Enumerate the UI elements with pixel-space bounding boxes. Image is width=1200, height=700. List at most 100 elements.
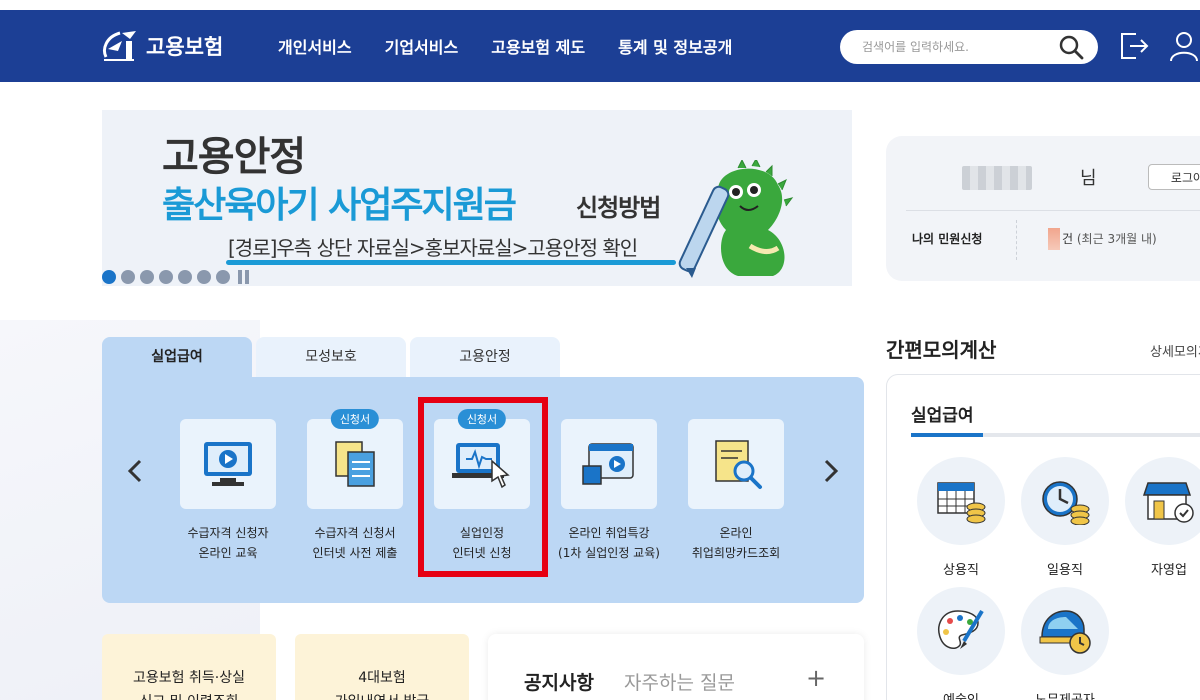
- notice-card: 공지사항 자주하는 질문 +: [488, 634, 864, 700]
- calc-circle: [917, 587, 1005, 675]
- search-icon[interactable]: [1058, 34, 1084, 60]
- video-window-icon: [582, 443, 634, 485]
- calc-artist[interactable]: 예술인: [917, 587, 1005, 700]
- service-prior-submission[interactable]: 신청서 수급자격 신청서인터넷 사전 제출: [293, 409, 417, 563]
- nav-stats[interactable]: 통계 및 정보공개: [618, 34, 732, 58]
- calculator-title: 간편모의계산: [886, 338, 997, 362]
- clock-coins-icon: [1042, 481, 1090, 525]
- banner-dot-6[interactable]: [197, 270, 211, 284]
- main-banner[interactable]: 고용안정 출산육아기 사업주지원금 신청방법 [경로]우측 상단 자료실>홍보자…: [102, 110, 852, 286]
- banner-dot-7[interactable]: [216, 270, 230, 284]
- documents-icon: [335, 441, 375, 487]
- my-application-label: 나의 민원신청: [912, 232, 983, 246]
- calc-daily-worker[interactable]: 일용직: [1021, 457, 1109, 578]
- logo-icon: [103, 31, 136, 61]
- banner-subtitle: 출산육아기 사업주지원금: [162, 185, 517, 226]
- service-online-lecture[interactable]: 온라인 취업특강 (1차 실업인정 교육): [547, 419, 671, 563]
- logout-button[interactable]: 로그아웃: [1148, 164, 1200, 190]
- tab-unemployment[interactable]: 실업급여: [102, 337, 252, 377]
- service-label-line1: 온라인 취업특강: [568, 526, 650, 540]
- card-divider: [906, 210, 1200, 211]
- service-label-line1: 수급자격 신청자: [187, 526, 269, 540]
- top-strip: [0, 0, 1200, 10]
- banner-dot-5[interactable]: [178, 270, 192, 284]
- count-note: (최근 3개월 내): [1076, 232, 1157, 246]
- calc-label: 일용직: [1047, 563, 1083, 578]
- calc-self-employed[interactable]: 자영업: [1125, 457, 1200, 578]
- prev-arrow-icon[interactable]: [122, 457, 150, 485]
- user-name-blurred: [962, 166, 1032, 190]
- banner-title: 고용안정: [162, 134, 306, 180]
- monitor-play-icon: [204, 442, 252, 486]
- next-arrow-icon[interactable]: [816, 457, 844, 485]
- tab-notice[interactable]: 공지사항: [524, 668, 594, 695]
- banner-dot-2[interactable]: [121, 270, 135, 284]
- tab-faq[interactable]: 자주하는 질문: [624, 668, 735, 695]
- store-icon: [1142, 482, 1194, 523]
- palette-icon: [938, 609, 984, 650]
- calc-label: 노무제공자: [1021, 689, 1109, 700]
- nav-business[interactable]: 기업서비스: [385, 34, 459, 58]
- logout-icon[interactable]: [1118, 30, 1150, 62]
- search-input[interactable]: [862, 40, 1058, 54]
- calculator-tab-unemployment[interactable]: 실업급여: [911, 401, 974, 426]
- card-four-insurance[interactable]: 4대보험 가입내역서 발급: [295, 634, 469, 700]
- service-label-line2: 취업희망카드조회: [691, 546, 781, 560]
- site-logo[interactable]: 고용보험: [100, 28, 223, 64]
- card-line1: 고용보험 취득·상실: [133, 670, 245, 686]
- service-label-line2: 온라인 교육: [198, 546, 258, 560]
- calc-circle: [1021, 587, 1109, 675]
- main-nav: 개인서비스 기업서비스 고용보험 제도 통계 및 정보공개: [278, 34, 765, 58]
- user-suffix: 님: [1080, 168, 1097, 189]
- card-insurance-history[interactable]: 고용보험 취득·상실 신고 및 이력조회: [102, 634, 276, 700]
- tab-maternity[interactable]: 모성보호: [256, 337, 406, 377]
- service-box: [180, 419, 276, 509]
- service-label-line2: 인터넷 사전 제출: [312, 546, 398, 560]
- calc-regular-worker[interactable]: 상용직: [917, 457, 1005, 578]
- count-unit: 건: [1062, 232, 1074, 246]
- nav-system[interactable]: 고용보험 제도: [491, 34, 585, 58]
- banner-dot-1[interactable]: [102, 270, 116, 284]
- service-online-education[interactable]: 수급자격 신청자온라인 교육: [166, 419, 290, 563]
- service-box: 신청서: [307, 409, 403, 509]
- card-line1: 4대보험: [358, 670, 406, 686]
- service-label-line1: 온라인: [719, 526, 753, 540]
- service-box: [561, 419, 657, 509]
- calculator-detail-link[interactable]: 상세모의계산: [1150, 341, 1200, 360]
- calendar-coins-icon: [937, 482, 986, 524]
- calc-circle: [1021, 457, 1109, 545]
- banner-pagination: [102, 270, 249, 284]
- user-icon[interactable]: [1168, 30, 1200, 62]
- service-label-line1: 수급자격 신청서: [314, 526, 396, 540]
- application-count-blurred: [1048, 228, 1060, 250]
- banner-path: [경로]우측 상단 자료실>홍보자료실>고용안정 확인: [228, 236, 638, 260]
- application-badge: 신청서: [330, 409, 380, 429]
- service-box: [688, 419, 784, 509]
- calc-circle: [1125, 457, 1200, 545]
- calc-labor-provider[interactable]: 노무제공자: [1021, 587, 1109, 700]
- banner-subtitle-small: 신청방법: [576, 194, 661, 222]
- card-line2: 신고 및 이력조회: [102, 690, 276, 700]
- nav-personal[interactable]: 개인서비스: [278, 34, 352, 58]
- logo-text: 고용보험: [146, 35, 224, 59]
- tab-underline-active: [911, 433, 983, 437]
- site-header: 고용보험 개인서비스 기업서비스 고용보험 제도 통계 및 정보공개: [0, 0, 1200, 82]
- banner-pause-icon[interactable]: [238, 270, 249, 284]
- plus-icon[interactable]: +: [806, 664, 826, 692]
- user-login-card: 님 로그아웃 나의 민원신청 건 (최근 3개월 내): [886, 136, 1200, 281]
- application-count-link[interactable]: 건 (최근 3개월 내): [1062, 230, 1157, 247]
- search-box: [840, 30, 1098, 64]
- calc-label: 상용직: [943, 563, 979, 578]
- calculator-card: 실업급여 상용직 일용직 자영업: [886, 374, 1200, 700]
- banner-dot-4[interactable]: [159, 270, 173, 284]
- calc-label: 자영업: [1151, 563, 1187, 578]
- service-job-card-inquiry[interactable]: 온라인취업희망카드조회: [674, 419, 798, 563]
- service-tabs: 실업급여 모성보호 고용안정: [102, 337, 564, 377]
- vertical-separator: [1016, 220, 1017, 260]
- calc-label: 예술인: [917, 689, 1005, 700]
- banner-dot-3[interactable]: [140, 270, 154, 284]
- calc-circle: [917, 457, 1005, 545]
- service-label-line2: (1차 실업인정 교육): [558, 546, 660, 560]
- tab-employment-stability[interactable]: 고용안정: [410, 337, 560, 377]
- document-search-icon: [715, 440, 762, 489]
